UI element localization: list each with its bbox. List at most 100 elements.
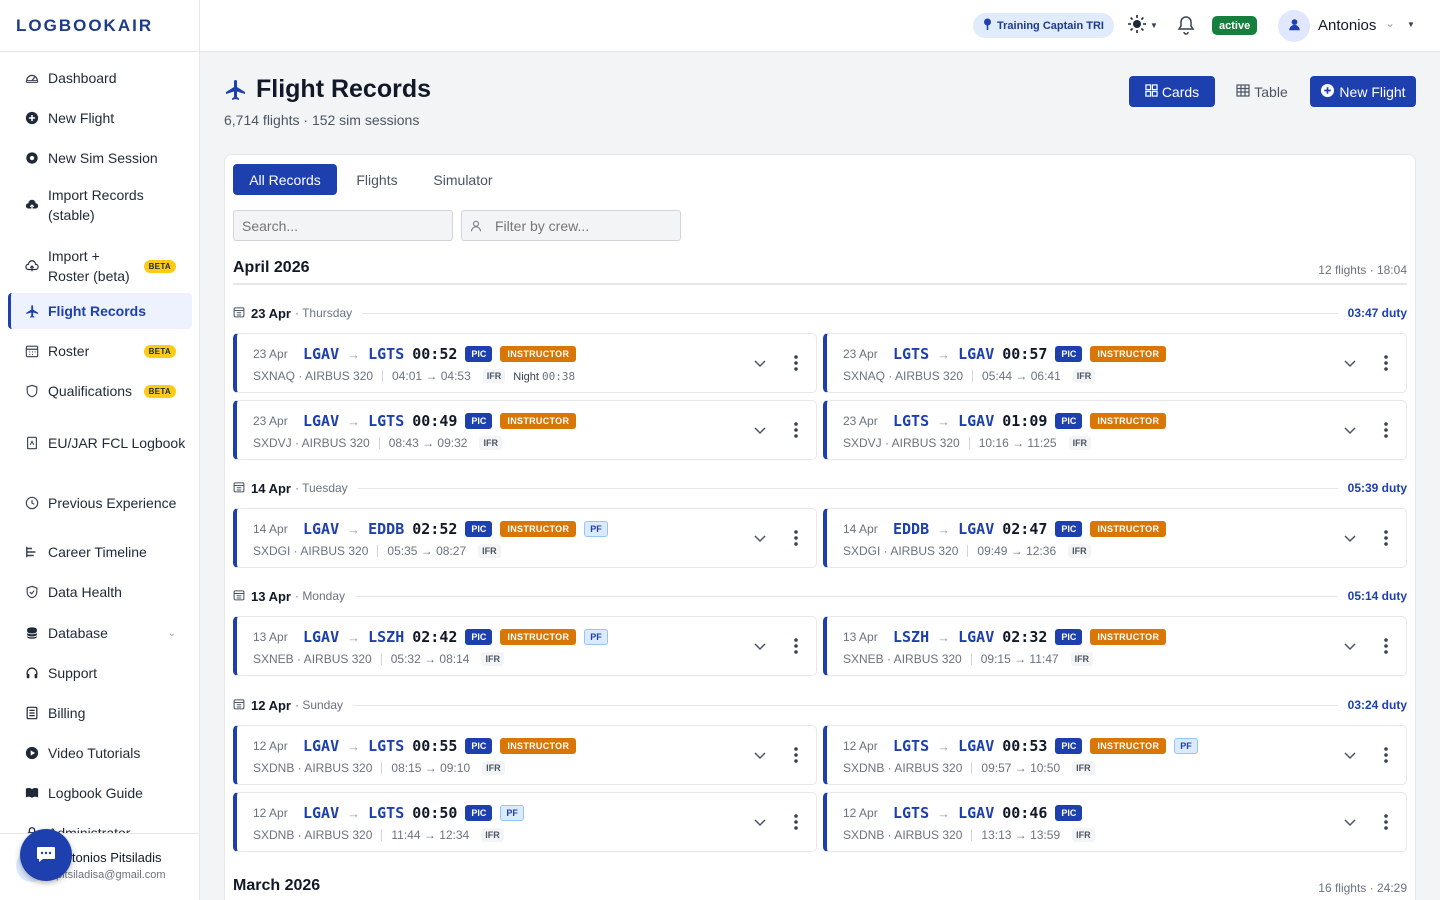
flight-card[interactable]: 14 Apr EDDB → LGAV 02:47 PIC INSTRUCTOR … [823,508,1407,568]
more-options-icon[interactable] [793,746,799,764]
flight-card[interactable]: 12 Apr LGAV → LGTS 00:55 PIC INSTRUCTOR … [233,725,817,785]
tab-flights[interactable]: Flights [345,164,409,195]
flight-card[interactable]: 12 Apr LGTS → LGAV 00:53 PIC INSTRUCTOR … [823,725,1407,785]
bell-icon[interactable] [1177,15,1195,38]
flight-card[interactable]: 12 Apr LGAV → LGTS 00:50 PIC PF SXDNB · … [233,792,817,852]
flight-card[interactable]: 12 Apr LGTS → LGAV 00:46 PIC SXDNB · AIR… [823,792,1407,852]
chevron-down-icon[interactable] [753,531,767,545]
cards-view-button[interactable]: Cards [1129,76,1215,107]
sidebar-item-support[interactable]: Support [8,655,192,691]
duty-time: 03:24 duty [1347,698,1407,712]
chevron-down-icon: ⌄ [167,627,176,639]
chevron-down-icon[interactable]: ⌄ [1385,16,1395,30]
arrival-airport: EDDB [368,520,405,538]
chevron-down-icon[interactable] [1343,639,1357,653]
receipt-icon [24,705,40,721]
new-flight-button[interactable]: New Flight [1310,76,1416,107]
crew-filter[interactable] [461,210,681,241]
more-options-icon[interactable] [793,421,799,439]
more-options-icon[interactable] [793,529,799,547]
sidebar-item-dashboard[interactable]: Dashboard [8,60,192,96]
cloud-upload-icon [24,258,40,274]
app-logo[interactable]: LOGBOOKAIR [0,0,199,52]
search-input[interactable] [233,210,453,241]
more-options-icon[interactable] [793,354,799,372]
sidebar-item-video-tutorials[interactable]: Video Tutorials [8,735,192,771]
flight-card[interactable]: 13 Apr LGAV → LSZH 02:42 PIC INSTRUCTOR … [233,616,817,676]
sidebar-item-data-health[interactable]: Data Health [8,574,192,610]
block-times: 08:43 → 09:32 [388,436,468,450]
chevron-down-icon[interactable] [1343,356,1357,370]
sidebar-item-label: Import Records (stable) [48,187,144,223]
sidebar-item-import-records[interactable]: Import Records (stable) [8,180,192,230]
sidebar-item-previous-experience[interactable]: Previous Experience [8,481,192,525]
sidebar-item-career-timeline[interactable]: Career Timeline [8,534,192,570]
more-options-icon[interactable] [793,637,799,655]
departure-airport: LGAV [303,804,340,822]
flight-route-row: 12 Apr LGTS → LGAV 00:53 PIC INSTRUCTOR … [843,736,1198,756]
departure-airport: EDDB [893,520,930,538]
crew-filter-input[interactable] [461,210,681,241]
more-options-icon[interactable] [1383,637,1389,655]
more-options-icon[interactable] [1383,746,1389,764]
sidebar-item-logbook-guide[interactable]: Logbook Guide [8,775,192,811]
chevron-down-icon[interactable] [1343,531,1357,545]
chat-button[interactable] [20,829,72,881]
sidebar-item-database[interactable]: Database ⌄ [8,615,192,651]
flight-card[interactable]: 23 Apr LGTS → LGAV 01:09 PIC INSTRUCTOR … [823,400,1407,460]
instructor-badge: INSTRUCTOR [500,629,577,645]
user-icon [470,219,482,235]
flight-card[interactable]: 14 Apr LGAV → EDDB 02:52 PIC INSTRUCTOR … [233,508,817,568]
user-menu-name[interactable]: Antonios [1318,17,1376,34]
caret-down-icon[interactable]: ▼ [1407,20,1415,29]
user-email: pitsiladisa@gmail.com [56,869,166,881]
sidebar-item-qualifications[interactable]: Qualifications BETA [8,373,192,409]
flight-card[interactable]: 13 Apr LSZH → LGAV 02:32 PIC INSTRUCTOR … [823,616,1407,676]
chevron-down-icon[interactable] [753,815,767,829]
sidebar-item-label: Support [48,665,98,681]
pf-badge: PF [584,629,608,645]
sidebar-item-label: Billing [48,705,86,721]
theme-toggle[interactable]: ▼ [1127,14,1158,37]
arrow-right-icon: → [347,629,361,645]
more-options-icon[interactable] [793,813,799,831]
day-header: 14 Apr · Tuesday 05:39 duty [233,479,1407,497]
flight-card[interactable]: 23 Apr LGAV → LGTS 00:52 PIC INSTRUCTOR … [233,333,817,393]
gauge-icon [24,70,40,86]
chevron-down-icon[interactable] [753,423,767,437]
chevron-down-icon[interactable] [1343,815,1357,829]
sidebar-item-new-sim-session[interactable]: New Sim Session [8,140,192,176]
book-icon [24,435,40,451]
flight-date: 13 Apr [843,630,878,644]
chevron-down-icon[interactable] [753,639,767,653]
pf-badge: PF [1174,738,1198,754]
role-badge[interactable]: Training Captain TRI [973,13,1114,38]
flight-card[interactable]: 23 Apr LGAV → LGTS 00:49 PIC INSTRUCTOR … [233,400,817,460]
more-options-icon[interactable] [1383,421,1389,439]
flight-date: 23 Apr [843,347,878,361]
sidebar-item-eu-jar-logbook[interactable]: EU/JAR FCL Logbook [8,421,192,465]
more-options-icon[interactable] [1383,354,1389,372]
chevron-down-icon[interactable] [1343,748,1357,762]
sidebar-item-new-flight[interactable]: New Flight [8,100,192,136]
chevron-down-icon[interactable] [1343,423,1357,437]
avatar[interactable] [1278,10,1310,42]
cards-view-label: Cards [1161,83,1200,100]
tab-all-records[interactable]: All Records [233,164,337,195]
sidebar-item-roster[interactable]: Roster BETA [8,333,192,369]
flight-card[interactable]: 23 Apr LGTS → LGAV 00:57 PIC INSTRUCTOR … [823,333,1407,393]
more-options-icon[interactable] [1383,529,1389,547]
sidebar-item-flight-records[interactable]: Flight Records [8,293,192,329]
tab-simulator[interactable]: Simulator [421,164,505,195]
chevron-down-icon[interactable] [753,356,767,370]
divider [381,829,383,841]
table-view-button[interactable]: Table [1227,76,1297,107]
pf-badge: PF [500,805,524,821]
sidebar-item-label: Career Timeline [48,544,147,560]
sun-icon [1127,14,1147,37]
sidebar-item-import-roster[interactable]: Import + Roster (beta) BETA [8,241,192,291]
departure-airport: LGTS [893,737,930,755]
more-options-icon[interactable] [1383,813,1389,831]
chevron-down-icon[interactable] [753,748,767,762]
sidebar-item-billing[interactable]: Billing [8,695,192,731]
